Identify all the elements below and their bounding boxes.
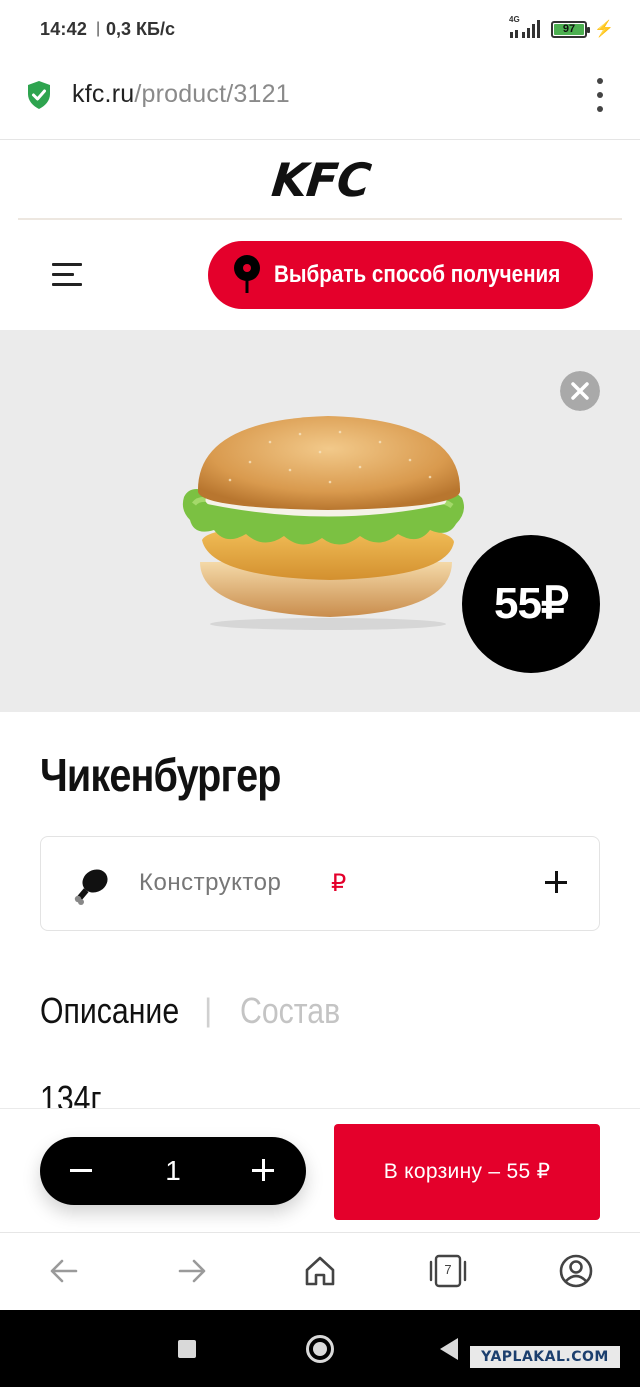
add-to-cart-button[interactable]: В корзину – 55 ₽ [334, 1124, 600, 1220]
browser-bottom-nav: 7 [0, 1232, 640, 1310]
quantity-value: 1 [165, 1155, 181, 1186]
quantity-decrease-button[interactable] [70, 1169, 92, 1172]
location-pin-icon [234, 255, 260, 293]
choose-delivery-method-button[interactable]: Выбрать способ получения [208, 241, 593, 309]
status-time: 14:42 [40, 19, 88, 39]
constructor-option[interactable]: Конструктор ₽ [40, 836, 600, 931]
tab-composition[interactable]: Состав [240, 990, 340, 1032]
quantity-stepper: 1 [40, 1137, 306, 1205]
watermark: YAPLAKAL.COM [470, 1346, 620, 1368]
add-constructor-plus-icon[interactable] [545, 870, 569, 894]
tabs-count: 7 [444, 1262, 452, 1277]
product-title: Чикенбургер [40, 749, 281, 801]
quantity-increase-button[interactable] [252, 1159, 276, 1183]
hamburger-menu-icon[interactable] [50, 260, 84, 290]
url-text[interactable]: kfc.ru/product/3121 [72, 80, 290, 109]
tab-separator: | [204, 992, 213, 1028]
status-network-speed: 0,3 КБ/с [106, 19, 175, 39]
browser-url-bar[interactable]: kfc.ru/product/3121 [0, 58, 640, 140]
battery-icon: 97 [551, 21, 590, 38]
close-icon[interactable] [560, 371, 600, 411]
charging-icon: ⚡ [594, 21, 614, 38]
tabs-icon[interactable]: 7 [428, 1253, 468, 1289]
chickenburger-image [182, 416, 464, 630]
system-navigation-bar: YAPLAKAL.COM [0, 1310, 640, 1387]
secure-shield-icon [28, 81, 50, 109]
recent-apps-icon[interactable] [178, 1340, 196, 1358]
signal-icon [510, 20, 540, 38]
battery-level: 97 [554, 24, 584, 35]
header-divider [18, 218, 622, 220]
back-arrow-icon[interactable] [46, 1253, 82, 1289]
home-icon[interactable] [302, 1253, 338, 1289]
price-badge: 55₽ [462, 535, 600, 673]
drumstick-icon [74, 869, 108, 905]
account-icon[interactable] [558, 1253, 594, 1289]
tab-description[interactable]: Описание [40, 990, 179, 1032]
url-path: /product/3121 [134, 80, 290, 108]
forward-arrow-icon[interactable] [174, 1253, 210, 1289]
kfc-logo[interactable]: KFC [255, 153, 386, 207]
constructor-label: Конструктор [139, 869, 282, 896]
system-back-icon[interactable] [440, 1338, 458, 1360]
status-separator: | [96, 20, 101, 37]
constructor-currency: ₽ [331, 870, 347, 897]
system-home-icon[interactable] [306, 1335, 334, 1363]
browser-menu-icon[interactable] [592, 78, 608, 112]
url-domain: kfc.ru [72, 80, 135, 108]
delivery-button-label: Выбрать способ получения [274, 261, 561, 288]
status-bar: 14:42 | 0,3 КБ/с 4G 97 ⚡ [0, 0, 640, 58]
